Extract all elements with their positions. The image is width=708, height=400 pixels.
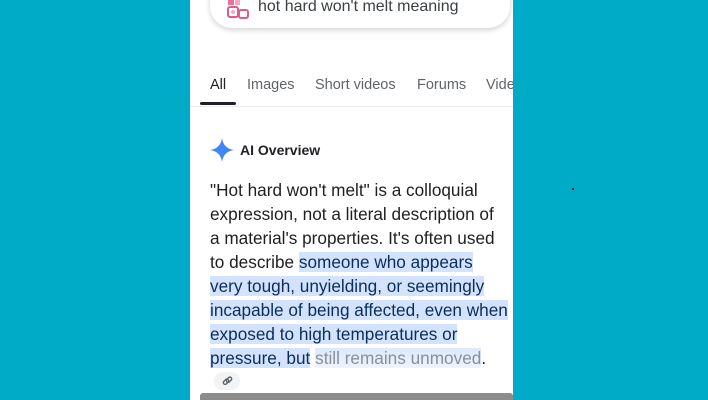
- answer-faded-text: still remains unmoved: [315, 348, 482, 368]
- ai-overview-title: AI Overview: [240, 142, 321, 158]
- tab-all[interactable]: All: [210, 77, 226, 93]
- search-tabs: All Images Short videos Forums Vide: [190, 72, 513, 107]
- gemini-sparkle-icon: [210, 138, 234, 162]
- google-lens-icon[interactable]: [226, 0, 250, 22]
- tab-forums[interactable]: Forums: [417, 77, 466, 93]
- search-bar[interactable]: hot hard won't melt meaning: [210, 0, 510, 28]
- horizontal-scrollbar[interactable]: [200, 393, 513, 400]
- link-icon[interactable]: [214, 372, 240, 391]
- ai-overview-answer: "Hot hard won't melt" is a colloquial ex…: [210, 178, 508, 394]
- search-query[interactable]: hot hard won't melt meaning: [258, 0, 459, 16]
- phone-screen: hot hard won't melt meaning All Images S…: [190, 0, 513, 400]
- answer-end: .: [481, 348, 487, 368]
- tab-short-videos[interactable]: Short videos: [315, 77, 396, 93]
- background-speck: [572, 188, 574, 190]
- active-tab-indicator: [200, 102, 236, 105]
- tab-images[interactable]: Images: [247, 77, 295, 93]
- tab-videos[interactable]: Vide: [486, 77, 513, 93]
